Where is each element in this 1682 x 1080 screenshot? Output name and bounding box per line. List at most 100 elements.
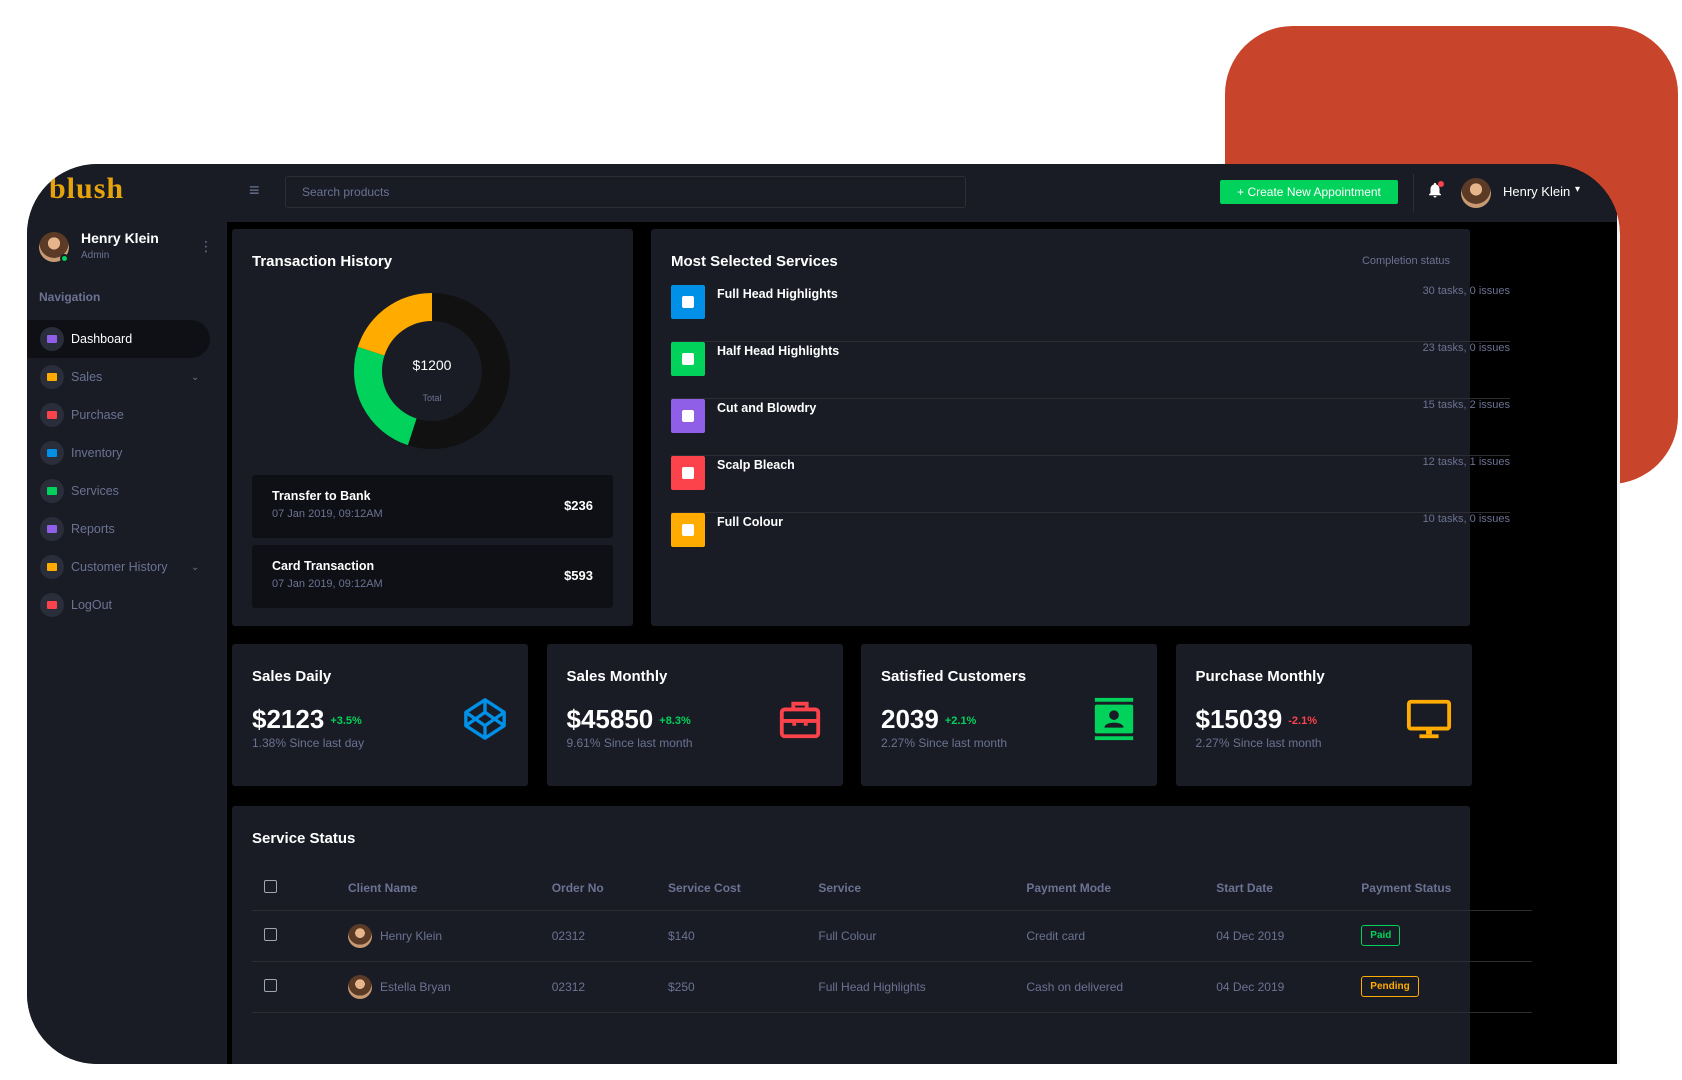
client-name: Henry Klein — [380, 928, 443, 943]
service-name: Full Head Highlights — [717, 287, 838, 301]
create-appointment-button[interactable]: + Create New Appointment — [1220, 180, 1398, 204]
sidebar-item-label: Dashboard — [71, 332, 133, 346]
service-row[interactable]: Full Head Highlights 30 tasks, 0 issues — [671, 285, 1510, 342]
column-header[interactable]: Payment Status — [1361, 866, 1532, 911]
status-badge: Pending — [1361, 976, 1419, 997]
sidebar-item-label: Sales — [71, 370, 103, 384]
sidebar-item-label: Reports — [71, 522, 115, 536]
completion-status-label: Completion status — [1361, 255, 1450, 267]
stat-value: $2123 +3.5% — [252, 704, 362, 735]
app-window: blush ≡ + Create New Appointment Henry K… — [27, 164, 1620, 1064]
select-all-header — [252, 866, 348, 911]
stat-title: Sales Daily — [252, 668, 332, 685]
column-header[interactable]: Service Cost — [667, 866, 819, 911]
navbar-divider — [1413, 174, 1414, 212]
cell-service: Full Colour — [818, 910, 1027, 962]
service-name: Half Head Highlights — [717, 344, 840, 358]
menu-toggle-icon[interactable]: ≡ — [249, 180, 260, 201]
sidebar-item-dashboard[interactable]: Dashboard — [27, 320, 210, 358]
user-name[interactable]: Henry Klein — [1503, 184, 1570, 199]
brand-logo[interactable]: blush — [49, 172, 124, 206]
table-row[interactable]: Henry Klein 02312 $140 Full Colour Credit ca… — [252, 910, 1532, 962]
transaction-name: Transfer to Bank — [272, 489, 371, 503]
service-name: Cut and Blowdry — [717, 401, 817, 415]
chevron-down-icon[interactable]: ▾ — [1575, 184, 1580, 195]
service-row[interactable]: Full Colour 10 tasks, 0 issues — [671, 513, 1510, 570]
most-selected-services-card: Most Selected Services Completion status… — [651, 229, 1510, 626]
file-icon — [671, 285, 705, 319]
cell-service: Full Head Highlights — [818, 961, 1027, 1013]
service-task-count: 12 tasks, 1 issues — [1422, 456, 1510, 468]
sidebar-item-label: Purchase — [71, 408, 124, 422]
transaction-date: 07 Jan 2019, 09:12AM — [272, 578, 383, 590]
column-header[interactable]: Service — [818, 866, 1027, 911]
cell-mode: Cash on delivered — [1026, 961, 1217, 1013]
donut-total-label: Total — [422, 393, 442, 403]
stat-card-purchase-monthly: Purchase Monthly $15039 -2.1% 2.27% Since l… — [1175, 644, 1472, 786]
table-header-row: Client Name Order No Service Cost Service Pa… — [252, 866, 1532, 911]
payment-status-cell: Pending — [1361, 961, 1532, 1013]
client-cell: Henry Klein — [348, 910, 552, 962]
nav-list: Dashboard Sales ⌄ Purchase Inventory Services… — [27, 320, 227, 624]
row-checkbox[interactable] — [264, 927, 277, 941]
donut-total-value: $1200 — [412, 357, 452, 373]
table-row[interactable]: Estella Bryan 02312 $250 Full Head Highligh… — [252, 961, 1532, 1013]
stat-subtext: 1.38% Since last day — [252, 736, 365, 750]
stat-change: +2.1% — [944, 715, 977, 728]
stat-subtext: 2.27% Since last month — [881, 736, 1008, 750]
column-header[interactable]: Order No — [551, 866, 668, 911]
sidebar-item-logout[interactable]: LogOut — [27, 586, 227, 624]
stat-card-sales-monthly: Sales Monthly $45850 +8.3% 9.61% Since last… — [546, 644, 843, 786]
transaction-item[interactable]: Card Transaction 07 Jan 2019, 09:12AM $5… — [252, 545, 613, 608]
more-vertical-icon[interactable]: ⋮ — [199, 238, 213, 255]
row-checkbox[interactable] — [264, 978, 277, 992]
transaction-amount: $593 — [564, 568, 593, 583]
stat-value: $45850 +8.3% — [567, 704, 691, 735]
contacts-icon — [1091, 696, 1137, 742]
cloud-upload-icon — [671, 342, 705, 376]
sidebar-item-services[interactable]: Services — [27, 472, 227, 510]
card-title: Transaction History — [252, 253, 393, 270]
column-header[interactable]: Start Date — [1216, 866, 1362, 911]
user-avatar[interactable] — [1461, 178, 1491, 208]
sidebar-item-sales[interactable]: Sales ⌄ — [27, 358, 227, 396]
search-input[interactable] — [285, 176, 966, 208]
stat-card-satisfied-customers: Satisfied Customers 2039 +2.1% 2.27% Since … — [861, 644, 1157, 786]
service-row[interactable]: Cut and Blowdry 15 tasks, 2 issues — [671, 399, 1510, 456]
notification-dot — [1438, 181, 1444, 187]
service-task-count: 15 tasks, 2 issues — [1422, 399, 1510, 411]
column-header[interactable]: Client Name — [348, 866, 552, 911]
sidebar-item-customer-history[interactable]: Customer History ⌄ — [27, 548, 227, 586]
logout-icon — [40, 593, 64, 617]
sidebar-item-inventory[interactable]: Inventory — [27, 434, 227, 472]
transaction-name: Card Transaction — [272, 559, 375, 573]
playlist-icon — [40, 403, 64, 427]
stat-title: Sales Monthly — [566, 668, 668, 685]
stat-value-text: $15039 — [1195, 704, 1283, 734]
cell-date: 04 Dec 2019 — [1216, 910, 1362, 962]
select-all-checkbox[interactable] — [264, 879, 277, 893]
stat-change: -2.1% — [1288, 715, 1318, 728]
service-row[interactable]: Scalp Bleach 12 tasks, 1 issues — [671, 456, 1510, 513]
chevron-down-icon: ⌄ — [191, 561, 200, 573]
card-title: Most Selected Services — [671, 253, 838, 270]
nav-heading: Navigation — [39, 290, 101, 304]
online-status-dot — [60, 254, 69, 263]
sidebar-item-reports[interactable]: Reports — [27, 510, 227, 548]
service-row[interactable]: Half Head Highlights 23 tasks, 0 issues — [671, 342, 1510, 399]
stat-value: $15039 -2.1% — [1196, 704, 1318, 735]
column-header[interactable]: Payment Mode — [1026, 866, 1217, 911]
chevron-down-icon: ⌄ — [191, 371, 200, 383]
service-status-table: Client Name Order No Service Cost Service Pa… — [252, 866, 1532, 1013]
client: Henry Klein — [348, 923, 552, 948]
cell-mode: Credit card — [1026, 910, 1217, 962]
table-icon — [40, 441, 64, 465]
payment-status-cell: Paid — [1361, 910, 1532, 962]
sidebar-item-purchase[interactable]: Purchase — [27, 396, 227, 434]
cell-cost: $140 — [667, 910, 819, 962]
transaction-item[interactable]: Transfer to Bank 07 Jan 2019, 09:12AM $2… — [252, 475, 613, 538]
client-avatar — [348, 974, 372, 999]
row-select-cell — [252, 910, 348, 962]
stat-value-text: $45850 — [566, 704, 654, 734]
client: Estella Bryan — [348, 974, 552, 999]
